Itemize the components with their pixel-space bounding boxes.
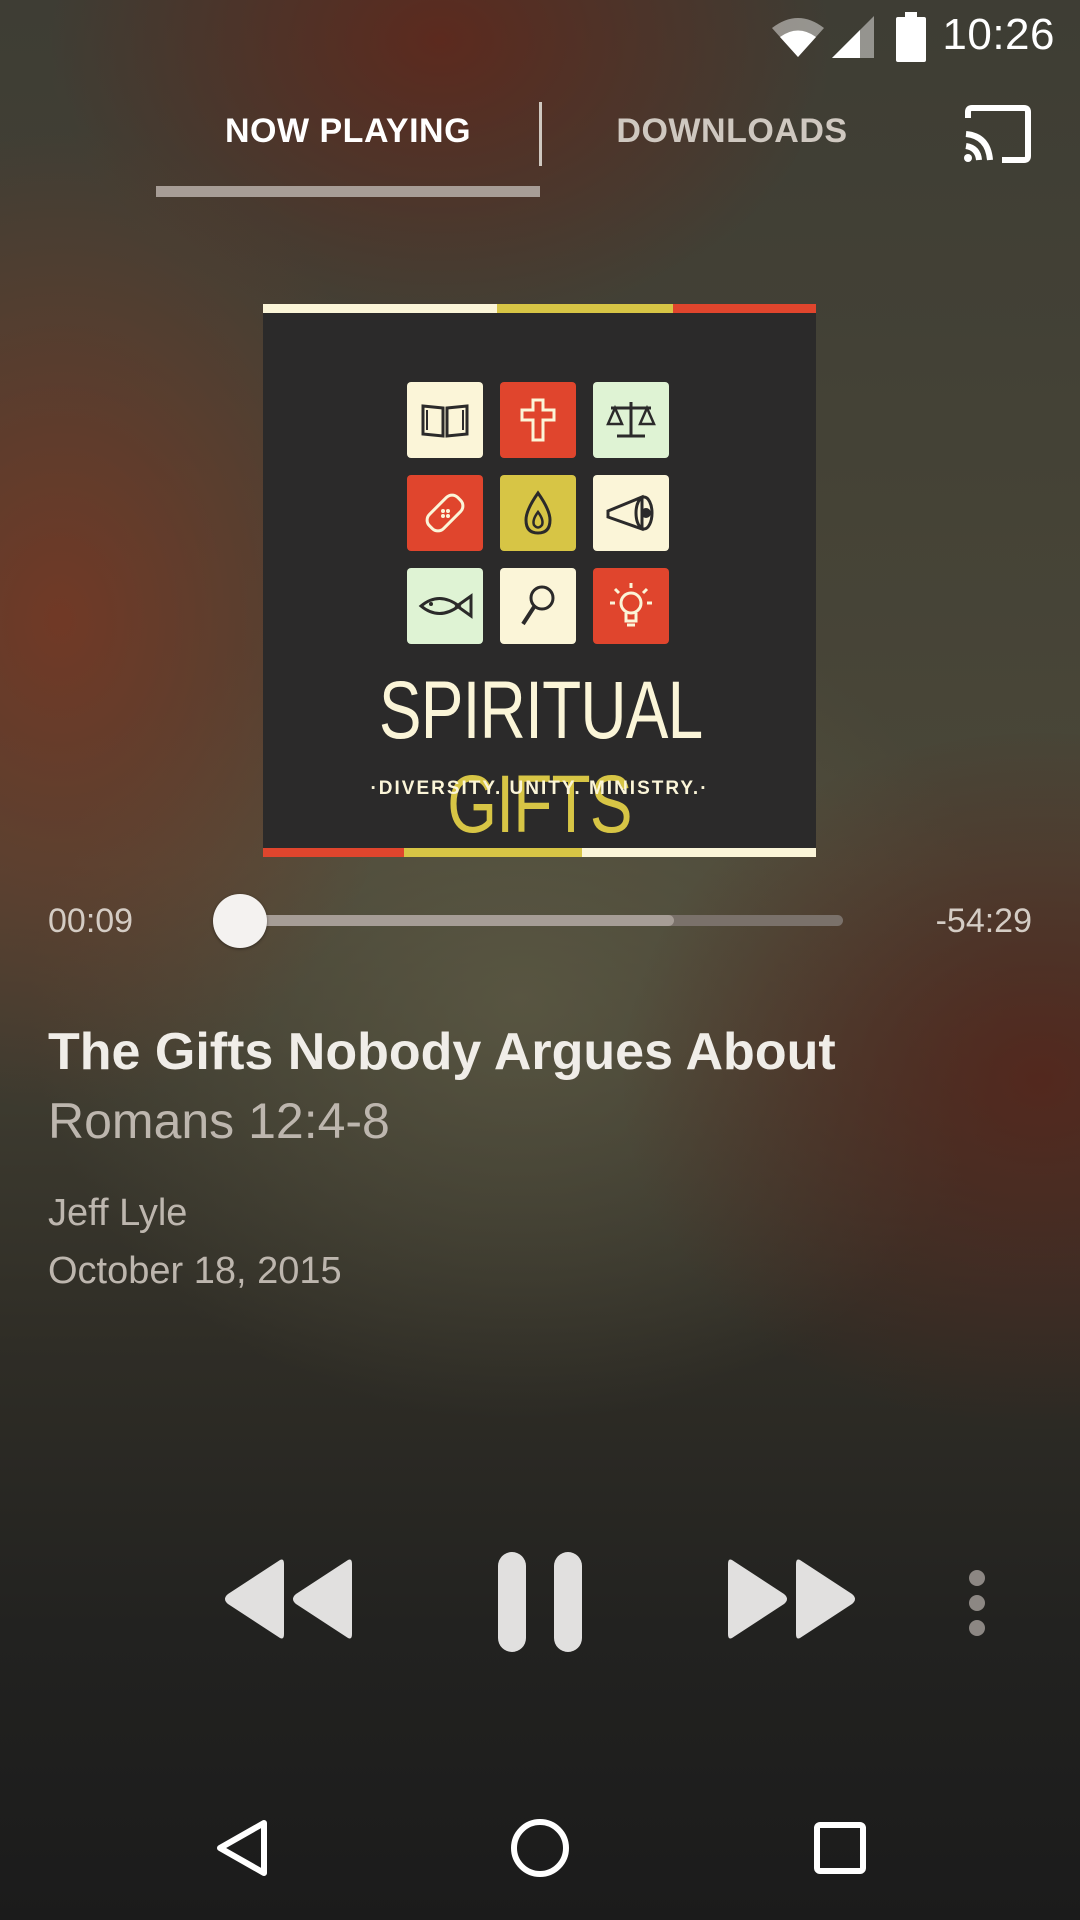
tab-active-indicator [156, 186, 540, 197]
tab-now-playing[interactable]: NOW PLAYING [156, 112, 540, 151]
fast-forward-icon[interactable] [728, 1556, 858, 1642]
rewind-icon[interactable] [222, 1556, 352, 1642]
remaining-time: -54:29 [935, 902, 1032, 940]
art-stripe [497, 304, 673, 313]
cell-signal-icon [832, 16, 874, 58]
art-title-word1: SPIRITUAL [378, 665, 701, 756]
cross-icon [500, 382, 576, 458]
wifi-icon [772, 18, 824, 57]
fish-icon [407, 568, 483, 644]
battery-icon [896, 12, 926, 62]
megaphone-icon [593, 475, 669, 551]
album-art: SPIRITUAL GIFTS ·DIVERSITY. UNITY. MINIS… [263, 304, 816, 857]
episode-subtitle: Romans 12:4-8 [48, 1093, 390, 1149]
art-stripe [263, 304, 497, 313]
episode-date: October 18, 2015 [48, 1250, 342, 1292]
art-title-word2: GIFTS [447, 759, 632, 850]
seek-bar-buffered [238, 915, 674, 926]
cast-icon[interactable] [962, 104, 1032, 164]
episode-title: The Gifts Nobody Argues About [48, 1023, 836, 1081]
bandage-icon [407, 475, 483, 551]
recents-icon[interactable] [814, 1822, 866, 1874]
lightbulb-icon [593, 568, 669, 644]
art-stripe [673, 304, 816, 313]
magnifier-icon [500, 568, 576, 644]
flame-icon [500, 475, 576, 551]
art-stripe [582, 848, 816, 857]
art-icon-grid [407, 382, 669, 646]
open-book-icon [407, 382, 483, 458]
art-stripe [263, 848, 404, 857]
episode-speaker: Jeff Lyle [48, 1192, 188, 1234]
art-subtitle: ·DIVERSITY. UNITY. MINISTRY.· [370, 778, 709, 799]
tab-downloads[interactable]: DOWNLOADS [545, 112, 919, 151]
status-bar: 10:26 [0, 0, 1080, 75]
more-vert-icon[interactable] [966, 1570, 990, 1636]
status-time: 10:26 [942, 10, 1055, 59]
pause-icon[interactable] [498, 1552, 582, 1652]
seek-thumb[interactable] [212, 894, 267, 948]
back-icon[interactable] [214, 1818, 270, 1878]
home-icon[interactable] [510, 1818, 570, 1878]
scales-icon [593, 382, 669, 458]
art-stripe [404, 848, 582, 857]
art-title: SPIRITUAL GIFTS [324, 664, 755, 852]
elapsed-time: 00:09 [48, 902, 134, 940]
tab-divider [539, 102, 542, 166]
seek-bar[interactable] [238, 915, 843, 926]
